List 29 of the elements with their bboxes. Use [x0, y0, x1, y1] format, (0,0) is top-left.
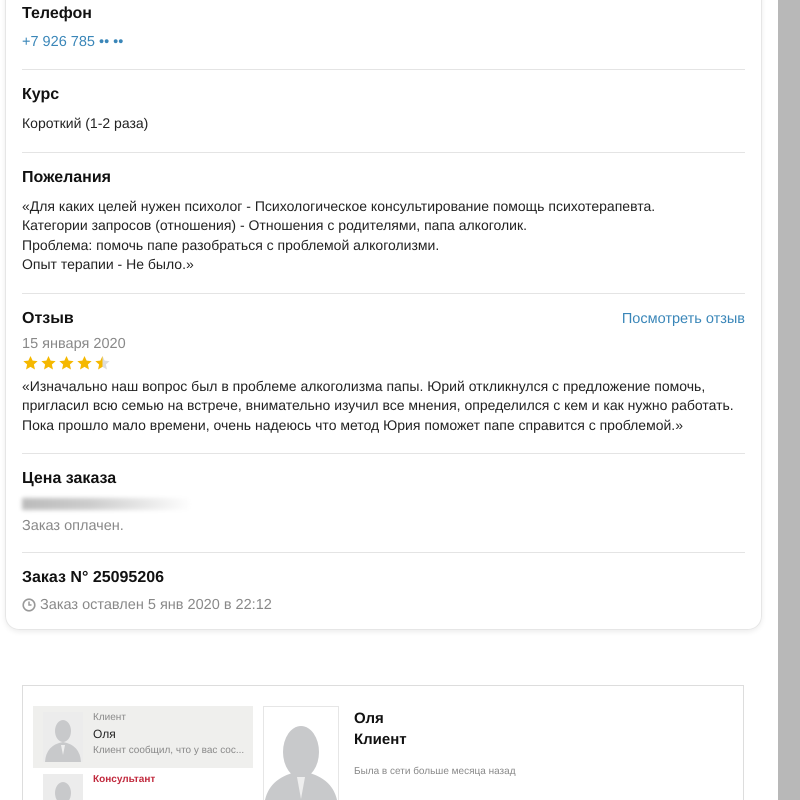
- text-line: Проблема: помочь папе разобраться с проблемой алкоголизми.: [22, 236, 440, 255]
- chat-role: Консультант: [93, 774, 156, 785]
- clock-icon: [22, 598, 36, 612]
- section-title: Пожелания: [22, 168, 111, 186]
- section-title: Телефон: [22, 5, 92, 23]
- chat-item[interactable]: Клиент Оля Клиент сообщил, что у вас сос...: [33, 706, 253, 768]
- text-line: Короткий (1-2 раза): [22, 114, 150, 133]
- payment-status: Заказ оплачен.: [22, 518, 125, 534]
- section-title: Отзыв: [22, 310, 74, 328]
- chat-name: Оля: [93, 727, 117, 741]
- online-status: Была в сети больше месяца назад: [354, 766, 516, 777]
- chat-item[interactable]: Консультант: [33, 768, 253, 800]
- review-text: «Изначально наш вопрос был в проблеме алкоголизма папы. Юрий откликнулся с предложение помочь, пригласил всю семью на встрече, внимательно изучил все мнения, определился с кем и как нужно работать. Пока прошло мало времени, очень надеюсь что метод Юрия поможет папе справится с проблемой.»: [22, 376, 734, 435]
- profile-name: Оля: [354, 709, 385, 729]
- text-line: Опыт терапии - Не было.»: [22, 255, 195, 274]
- chat-role: Клиент: [93, 712, 127, 723]
- chat-preview: Клиент сообщил, что у вас сос...: [93, 745, 244, 756]
- phone-link[interactable]: +7 926 785 •• ••: [22, 34, 124, 50]
- profile-role: Клиент: [354, 730, 408, 750]
- text-line: Категории запросов (отношения) - Отношения с родителями, папа алкоголик.: [22, 216, 528, 235]
- order-date: Заказ оставлен 5 янв 2020 в 22:12: [40, 597, 272, 613]
- review-date: 15 января 2020: [22, 336, 127, 352]
- view-review-link[interactable]: Посмотреть отзыв: [622, 310, 745, 326]
- section-title: Заказ N° 25095206: [22, 569, 164, 587]
- scrollbar[interactable]: [778, 0, 800, 800]
- avatar-icon: [263, 706, 339, 800]
- section-title: Цена заказа: [22, 470, 116, 488]
- section-title: Курс: [22, 86, 60, 104]
- text-line: «Для каких целей нужен психолог - Психологическое консультирование помощь психотерапевта.: [22, 196, 656, 216]
